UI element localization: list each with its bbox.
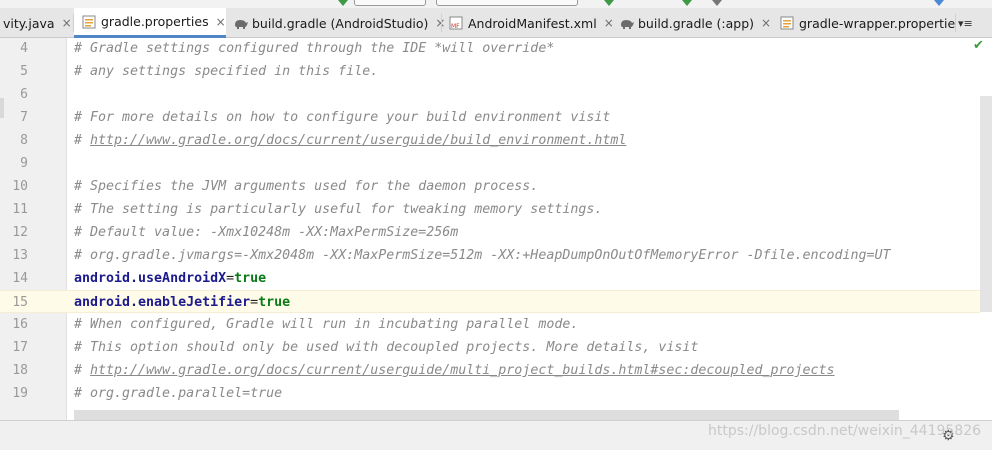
tab-label: AndroidManifest.xml xyxy=(468,15,597,31)
close-icon[interactable]: × xyxy=(604,16,614,30)
tab-android-manifest[interactable]: MF AndroidManifest.xml × xyxy=(446,8,614,38)
close-icon[interactable]: × xyxy=(216,15,226,29)
comment-prefix: # xyxy=(74,133,91,148)
run-icon[interactable] xyxy=(604,0,614,6)
line-number: 14 xyxy=(12,271,28,286)
code-line: 19 # org.gradle.parallel=true xyxy=(0,382,980,405)
run-config-arrow-icon[interactable] xyxy=(338,0,348,6)
tab-gradle-properties[interactable]: gradle.properties × xyxy=(74,8,226,38)
device-selector[interactable] xyxy=(436,0,578,6)
code-line: 14 android.useAndroidX=true xyxy=(0,267,980,290)
code-line: 6 xyxy=(0,83,980,106)
line-number: 17 xyxy=(12,340,28,355)
comment-prefix: # xyxy=(74,363,91,378)
tab-gradle-wrapper-properties[interactable]: gradle-wrapper.propertie: xyxy=(777,8,955,38)
line-number: 8 xyxy=(20,133,28,148)
property-line: android.useAndroidX=true xyxy=(74,267,266,290)
comment-text: # For more details on how to configure y… xyxy=(74,110,611,125)
comment-text: # Gradle settings configured through the… xyxy=(74,41,555,56)
comment-text: # This option should only be used with d… xyxy=(74,340,699,355)
horizontal-scrollbar[interactable] xyxy=(74,410,899,420)
code-line: 9 xyxy=(0,152,980,175)
line-number: 15 xyxy=(12,295,28,310)
close-icon[interactable]: × xyxy=(761,16,771,30)
close-icon[interactable]: × xyxy=(62,16,72,30)
comment-text: # http://www.gradle.org/docs/current/use… xyxy=(74,129,626,152)
tab-build-gradle-app[interactable]: build.gradle (:app) × xyxy=(616,8,776,38)
line-number: 13 xyxy=(12,248,28,263)
tab-label: build.gradle (AndroidStudio) xyxy=(252,15,429,31)
comment-text: # Default value: -Xmx10248m -XX:MaxPermS… xyxy=(74,225,459,240)
properties-file-icon xyxy=(780,16,794,30)
line-number: 6 xyxy=(20,87,28,102)
code-line: 11 # The setting is particularly useful … xyxy=(0,198,980,221)
line-number: 18 xyxy=(12,363,28,378)
property-key: android.enableJetifier xyxy=(74,295,251,310)
comment-text: # http://www.gradle.org/docs/current/use… xyxy=(74,359,835,382)
tab-divider xyxy=(441,14,442,32)
properties-file-icon xyxy=(82,15,96,29)
line-number: 12 xyxy=(12,225,28,240)
tab-activity-java[interactable]: vity.java × xyxy=(0,8,73,38)
editor-tab-bar: vity.java × gradle.properties × build.gr… xyxy=(0,8,992,38)
code-line: 13 # org.gradle.jvmargs=-Xmx2048m -XX:Ma… xyxy=(0,244,980,267)
property-value: true xyxy=(234,271,267,286)
code-line: 10 # Specifies the JVM arguments used fo… xyxy=(0,175,980,198)
line-number: 19 xyxy=(12,386,28,401)
comment-link[interactable]: http://www.gradle.org/docs/current/userg… xyxy=(90,133,626,148)
line-number: 7 xyxy=(20,110,28,125)
watermark-text: https://blog.csdn.net/weixin_44195826 xyxy=(708,423,982,439)
line-number: 4 xyxy=(20,41,28,56)
debug-icon[interactable] xyxy=(682,0,692,6)
property-key: android.useAndroidX xyxy=(74,271,227,286)
current-code-line: 15 android.enableJetifier=true xyxy=(0,290,980,313)
comment-text: # The setting is particularly useful for… xyxy=(74,202,603,217)
tab-label: gradle-wrapper.propertie: xyxy=(799,15,955,31)
tab-list-menu-icon[interactable]: ▾≡ xyxy=(958,8,973,38)
svg-text:MF: MF xyxy=(451,23,460,30)
run-configuration-selector[interactable] xyxy=(354,0,426,6)
code-line: 12 # Default value: -Xmx10248m -XX:MaxPe… xyxy=(0,221,980,244)
line-number: 9 xyxy=(20,156,28,171)
main-toolbar xyxy=(0,0,992,8)
gradle-elephant-icon xyxy=(233,16,248,30)
tab-divider xyxy=(955,14,956,32)
code-line: 16 # When configured, Gradle will run in… xyxy=(0,313,980,336)
line-number: 16 xyxy=(12,317,28,332)
inspection-ok-check-icon[interactable]: ✔ xyxy=(973,38,984,53)
comment-text: # any settings specified in this file. xyxy=(74,64,379,79)
comment-text: # org.gradle.parallel=true xyxy=(74,386,283,401)
code-line: 5 # any settings specified in this file. xyxy=(0,60,980,83)
manifest-file-icon: MF xyxy=(449,16,463,30)
property-value: true xyxy=(258,295,291,310)
equals-sign: = xyxy=(226,271,235,286)
code-line: 4 # Gradle settings configured through t… xyxy=(0,37,980,60)
property-line: android.enableJetifier=true xyxy=(74,291,290,314)
code-line: 7 # For more details on how to configure… xyxy=(0,106,980,129)
line-number: 5 xyxy=(20,64,28,79)
gradle-elephant-icon xyxy=(619,16,634,30)
sdk-manager-icon[interactable] xyxy=(934,0,944,6)
vertical-scrollbar[interactable] xyxy=(980,96,992,312)
line-number: 10 xyxy=(12,179,28,194)
tab-label: gradle.properties xyxy=(101,14,209,29)
tab-build-gradle-project[interactable]: build.gradle (AndroidStudio) × xyxy=(230,8,445,38)
code-line: 17 # This option should only be used wit… xyxy=(0,336,980,359)
equals-sign: = xyxy=(250,295,259,310)
comment-text: # Specifies the JVM arguments used for t… xyxy=(74,179,539,194)
profile-icon[interactable] xyxy=(712,0,722,6)
comment-link[interactable]: http://www.gradle.org/docs/current/userg… xyxy=(90,363,835,378)
tab-label: build.gradle (:app) xyxy=(638,15,755,31)
comment-text: # org.gradle.jvmargs=-Xmx2048m -XX:MaxPe… xyxy=(74,248,891,263)
code-line: 18 # http://www.gradle.org/docs/current/… xyxy=(0,359,980,382)
comment-text: # When configured, Gradle will run in in… xyxy=(74,317,579,332)
code-line: 8 # http://www.gradle.org/docs/current/u… xyxy=(0,129,980,152)
line-number: 11 xyxy=(12,202,28,217)
tab-label: vity.java xyxy=(3,15,55,31)
